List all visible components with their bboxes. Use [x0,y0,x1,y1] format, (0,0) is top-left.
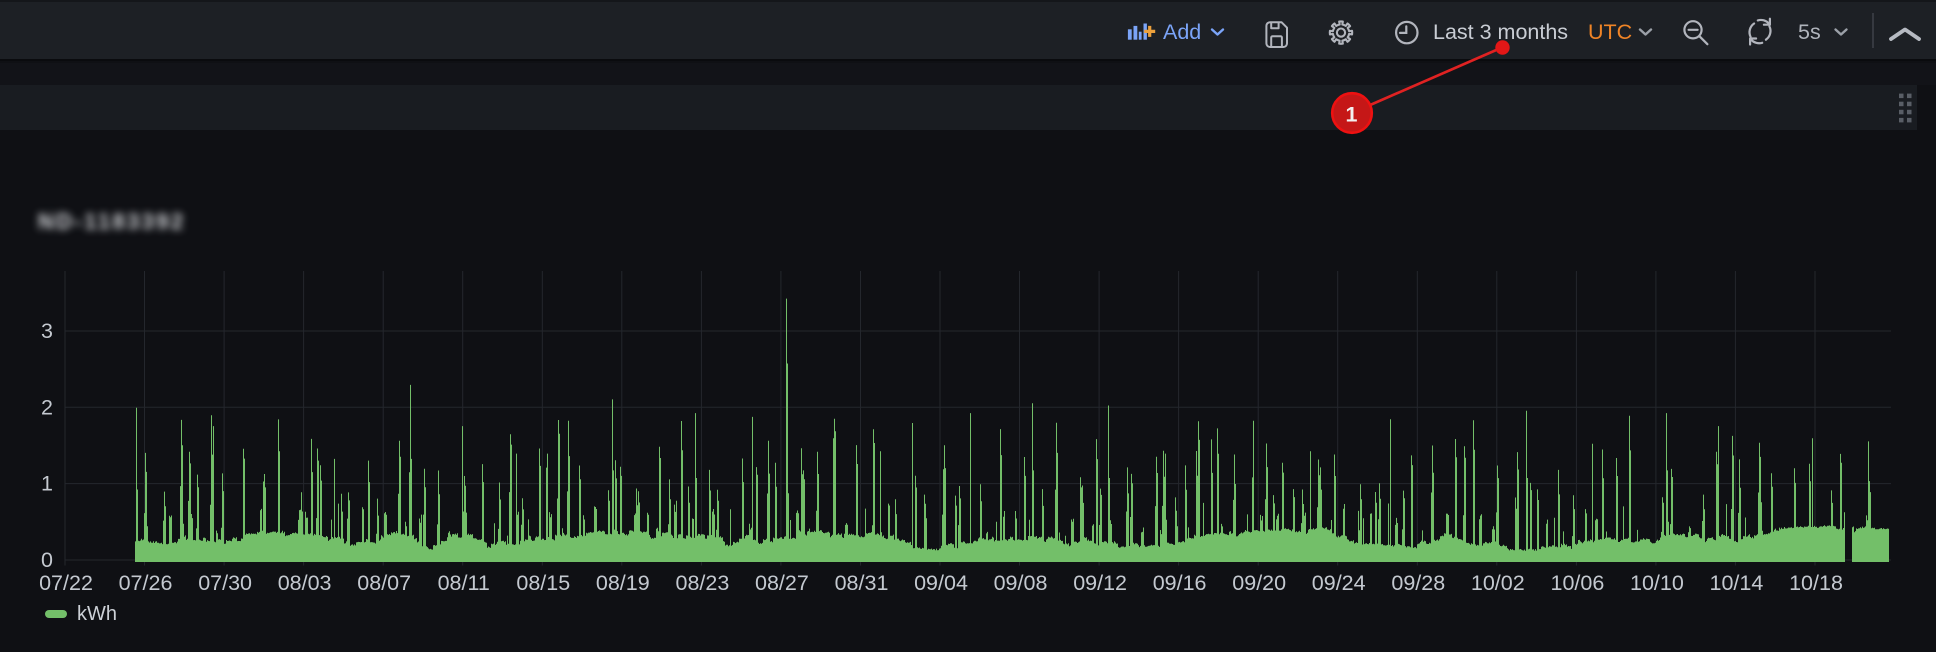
svg-text:Add: Add [1163,20,1201,44]
svg-text:1: 1 [1346,103,1358,127]
svg-text:5s: 5s [1798,20,1821,44]
svg-text:UTC: UTC [1588,20,1632,44]
svg-text:Last 3 months: Last 3 months [1433,20,1568,44]
